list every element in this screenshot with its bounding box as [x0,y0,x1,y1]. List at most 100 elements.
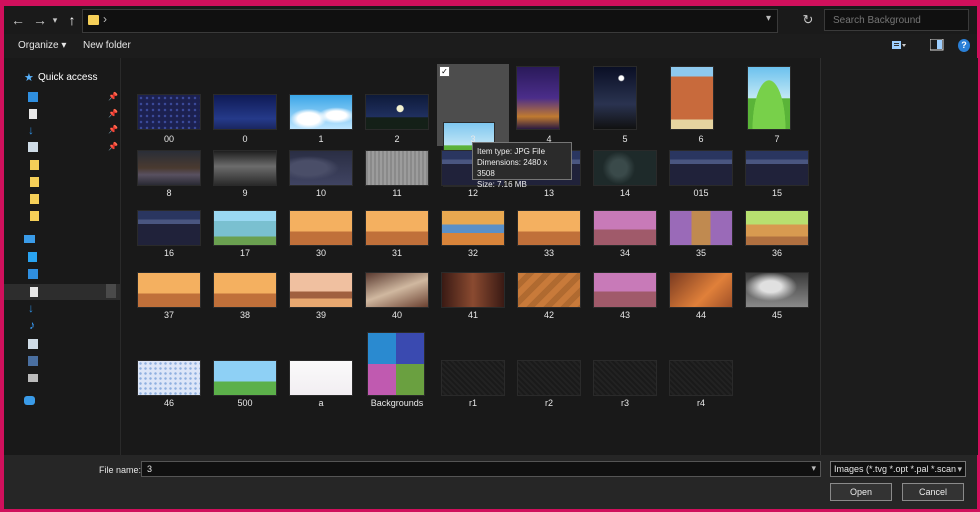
file-name-label: 17 [239,248,250,258]
downloads-icon[interactable]: ↓ [28,302,38,314]
file-item[interactable]: 2 [361,64,433,146]
breadcrumb-chevron-icon[interactable]: › [103,12,107,26]
file-name-combobox[interactable]: ▾ [141,461,821,477]
this-pc-icon[interactable] [24,235,35,243]
file-item[interactable]: 015 [665,148,737,206]
forward-arrow-icon[interactable]: → [30,10,50,30]
file-item[interactable]: 31 [361,208,433,266]
file-item[interactable]: 6 [665,64,737,146]
file-item[interactable]: 30 [285,208,357,266]
pictures-icon[interactable] [28,339,38,349]
view-options-icon[interactable] [892,39,906,51]
file-type-select[interactable]: Images (*.tvg *.opt *.pal *.scan ▾ [830,461,966,477]
file-thumbnail [517,360,581,396]
file-item[interactable]: 38 [209,270,281,328]
file-item[interactable]: r3 [589,326,661,408]
downloads-icon[interactable]: ↓ [28,124,38,136]
file-name-label: 0 [242,134,248,144]
pictures-icon[interactable] [28,142,38,152]
file-name-label: 500 [237,398,253,408]
help-icon[interactable]: ? [958,39,970,52]
search-box[interactable] [824,9,969,31]
selection-checkbox[interactable]: ✓ [439,66,450,77]
file-name-dropdown-icon[interactable]: ▾ [811,463,816,474]
file-item[interactable]: 42 [513,270,585,328]
file-item[interactable]: 7 [741,64,813,146]
open-button[interactable]: Open [830,483,892,501]
file-item[interactable]: 41 [437,270,509,328]
preview-pane-icon[interactable] [930,39,944,51]
file-item[interactable]: 17 [209,208,281,266]
folder-icon[interactable] [30,211,39,221]
file-item[interactable]: Backgrounds [361,326,433,408]
folder-icon[interactable] [30,160,39,170]
file-item[interactable]: 11 [361,148,433,206]
file-item[interactable]: 34 [589,208,661,266]
file-item[interactable]: 43 [589,270,661,328]
pin-icon: 📌 [108,92,118,101]
file-item[interactable]: 46 [133,326,205,408]
organize-button[interactable]: Organize ▾ [18,40,66,51]
star-icon: ★ [24,72,34,84]
file-item[interactable]: 4 [513,64,585,146]
file-name-label: r2 [544,398,553,408]
file-item[interactable]: 00 [133,64,205,146]
file-thumbnail [137,272,201,308]
file-item[interactable]: 8 [133,148,205,206]
file-item[interactable]: 39 [285,270,357,328]
file-item[interactable]: 36 [741,208,813,266]
back-arrow-icon[interactable]: ← [8,10,28,30]
file-type-value: Images (*.tvg *.opt *.pal *.scan [834,464,957,474]
file-item[interactable]: 40 [361,270,433,328]
file-item[interactable]: 1 [285,64,357,146]
new-folder-button[interactable]: New folder [83,40,131,51]
local-disk-icon[interactable] [28,374,38,382]
cancel-button[interactable]: Cancel [902,483,964,501]
refresh-icon[interactable]: ↻ [796,9,820,31]
nav-scrollbar-thumb[interactable] [106,284,116,298]
file-item[interactable]: 45 [741,270,813,328]
document-icon[interactable] [29,109,37,119]
folder-icon[interactable] [30,194,39,204]
file-name-label: r4 [696,398,705,408]
file-item[interactable]: a [285,326,357,408]
address-bar[interactable]: › ▾ [82,9,778,33]
file-item[interactable]: 35 [665,208,737,266]
file-item[interactable]: 44 [665,270,737,328]
file-name-label: 1 [318,134,324,144]
recent-locations-chevron-icon[interactable]: ▾ [48,10,62,30]
search-input[interactable] [831,14,965,27]
file-item[interactable]: 500 [209,326,281,408]
folder-icon[interactable] [30,177,39,187]
file-item[interactable]: 3 ✓ [437,64,509,187]
desktop-icon[interactable] [28,92,38,102]
file-item[interactable]: 32 [437,208,509,266]
up-arrow-icon[interactable]: ↑ [62,10,82,30]
file-item[interactable]: 15 [741,148,813,206]
file-item[interactable]: 37 [133,270,205,328]
file-item[interactable]: r2 [513,326,585,408]
document-icon[interactable] [30,287,38,297]
file-item[interactable]: 14 [589,148,661,206]
desktop-icon[interactable] [28,269,38,279]
file-item[interactable]: 16 [133,208,205,266]
file-name-input[interactable] [145,463,789,475]
3d-objects-icon[interactable] [28,252,37,262]
network-icon[interactable] [24,396,35,405]
quick-access-item[interactable]: Quick access [38,72,97,83]
file-name-label: 39 [315,310,326,320]
tooltip-item-type: Item type: JPG File [477,147,546,156]
file-item[interactable]: r4 [665,326,737,408]
file-type-dropdown-icon[interactable]: ▾ [957,462,962,476]
videos-icon[interactable] [28,356,38,366]
file-item[interactable]: r1 [437,326,509,408]
music-icon[interactable]: ♪ [29,319,39,331]
file-item[interactable]: 33 [513,208,585,266]
address-dropdown-icon[interactable]: ▾ [766,13,771,24]
file-item[interactable]: 9 [209,148,281,206]
file-item[interactable]: 5 [589,64,661,146]
file-name-label: 6 [698,134,704,144]
dialog-footer: File name: ▾ Images (*.tvg *.opt *.pal *… [4,455,977,509]
file-item[interactable]: 10 [285,148,357,206]
file-item[interactable]: 0 [209,64,281,146]
